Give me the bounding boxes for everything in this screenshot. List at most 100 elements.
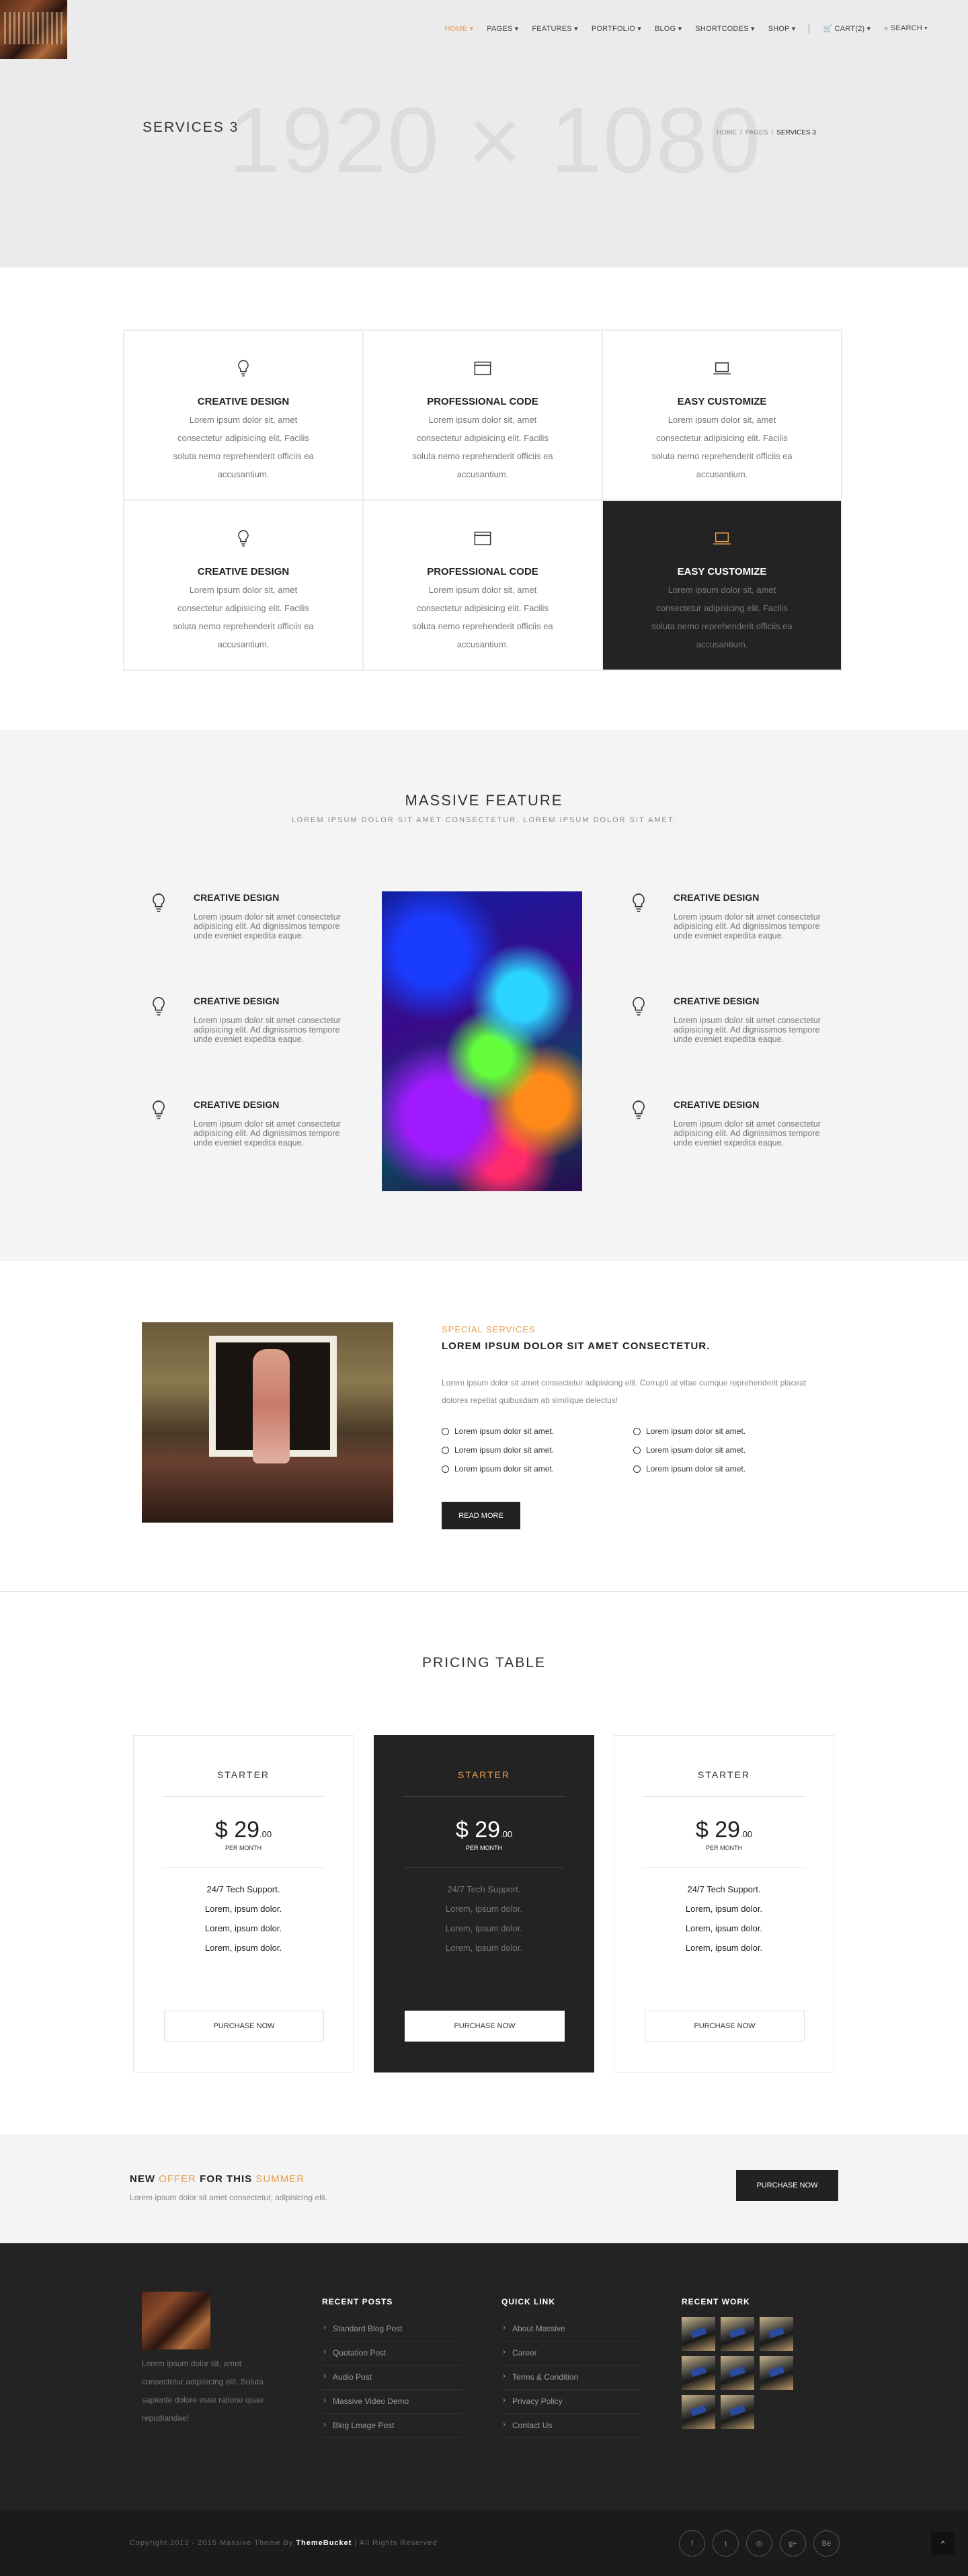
footer-column-title: RECENT POSTS — [322, 2297, 393, 2306]
nav-pages[interactable]: PAGES ▾ — [480, 24, 525, 34]
plan-features: 24/7 Tech Support. Lorem, ipsum dolor. L… — [134, 1884, 353, 1953]
footer-quick-links: QUICK LINK About Massive Career Terms & … — [501, 2297, 643, 2438]
feature-image — [382, 891, 582, 1191]
list-item-text: Lorem ipsum dolor sit amet. — [454, 1426, 555, 1436]
nav-cart[interactable]: 🛒 CART(2) ▾ — [816, 24, 877, 34]
circle-bullet-icon — [633, 1427, 641, 1435]
plan-feature: Lorem, ipsum dolor. — [685, 1923, 763, 1933]
footer-link[interactable]: Standard Blog Post — [322, 2317, 463, 2341]
service-title: CREATIVE DESIGN — [197, 396, 290, 407]
search-icon: ⌕ — [884, 24, 889, 32]
nav-features[interactable]: FEATURES ▾ — [525, 24, 584, 34]
special-services-kicker: SPECIAL SERVICES — [442, 1324, 536, 1334]
lightbulb-icon — [633, 997, 645, 1016]
offer-purchase-button[interactable]: PURCHASE NOW — [736, 2170, 838, 2201]
nav-home[interactable]: HOME ▾ — [438, 24, 481, 34]
circle-bullet-icon — [442, 1427, 449, 1435]
recent-work-thumb[interactable] — [721, 2317, 754, 2351]
service-card: CREATIVE DESIGN Lorem ipsum dolor sit, a… — [124, 330, 363, 500]
footer-logo[interactable] — [142, 2292, 210, 2349]
circle-bullet-icon — [442, 1465, 449, 1473]
breadcrumb-pages[interactable]: PAGES — [745, 129, 768, 136]
plan-feature: 24/7 Tech Support. — [687, 1884, 761, 1894]
footer-link[interactable]: Career — [501, 2341, 643, 2366]
plan-features: 24/7 Tech Support. Lorem, ipsum dolor. L… — [614, 1884, 834, 1953]
section-divider — [0, 1591, 968, 1592]
footer-link[interactable]: Contact Us — [501, 2414, 643, 2438]
service-title: PROFESSIONAL CODE — [427, 396, 538, 407]
twitter-icon[interactable]: t — [713, 2530, 739, 2557]
nav-shortcodes[interactable]: SHORTCODES ▾ — [688, 24, 761, 34]
breadcrumb-home[interactable]: HOME — [717, 129, 737, 136]
behance-icon[interactable]: Bē — [813, 2530, 840, 2557]
circle-bullet-icon — [633, 1446, 641, 1454]
nav-search[interactable]: ⌕ SEARCH ▾ — [877, 24, 934, 34]
service-card: PROFESSIONAL CODE Lorem ipsum dolor sit,… — [363, 500, 602, 670]
copyright-brand[interactable]: ThemeBucket — [296, 2539, 352, 2547]
purchase-now-button[interactable]: PURCHASE NOW — [645, 2011, 805, 2042]
plan-feature: 24/7 Tech Support. — [206, 1884, 280, 1894]
recent-work-thumb[interactable] — [721, 2356, 754, 2390]
service-text: Lorem ipsum dolor sit, amet consectetur … — [412, 585, 553, 649]
list-item-text: Lorem ipsum dolor sit amet. — [454, 1464, 555, 1474]
site-logo[interactable] — [0, 0, 67, 59]
back-to-top-button[interactable]: ^ — [931, 2532, 955, 2555]
plan-price: $ 29.00 — [614, 1817, 834, 1843]
recent-work-thumb[interactable] — [682, 2395, 715, 2429]
recent-work-thumb[interactable] — [721, 2395, 754, 2429]
service-title: EASY CUSTOMIZE — [677, 396, 767, 407]
purchase-now-button[interactable]: PURCHASE NOW — [405, 2011, 565, 2042]
page-title: SERVICES 3 — [143, 120, 239, 135]
footer-link[interactable]: Terms & Condition — [501, 2366, 643, 2390]
offer-heading-part: NEW — [130, 2173, 159, 2185]
footer-link[interactable]: Massive Video Demo — [322, 2390, 463, 2414]
facebook-icon[interactable]: f — [679, 2530, 705, 2557]
copyright-text: Copyright 2012 - 2015 Massive Theme By T… — [130, 2539, 437, 2547]
service-text: Lorem ipsum dolor sit, amet consectetur … — [173, 585, 314, 649]
footer-link[interactable]: Quotation Post — [322, 2341, 463, 2366]
dribbble-icon[interactable]: ◎ — [746, 2530, 772, 2557]
social-links: f t ◎ g+ Bē — [679, 2530, 840, 2557]
breadcrumb-separator: / — [739, 129, 742, 136]
special-services-title: LOREM IPSUM DOLOR SIT AMET CONSECTETUR. — [442, 1340, 711, 1352]
google-plus-icon[interactable]: g+ — [780, 2530, 806, 2557]
laptop-icon — [713, 362, 731, 374]
feature-item: CREATIVE DESIGN Lorem ipsum dolor sit am… — [149, 1099, 351, 1148]
nav-search-label: SEARCH ▾ — [890, 24, 928, 32]
offer-heading-accent: OFFER — [159, 2173, 197, 2185]
footer-column-title: RECENT WORK — [682, 2297, 750, 2306]
nav-blog[interactable]: BLOG ▾ — [648, 24, 688, 34]
purchase-now-button[interactable]: PURCHASE NOW — [164, 2011, 324, 2042]
footer-link[interactable]: Blog Lmage Post — [322, 2414, 463, 2438]
plan-period: PER MONTH — [706, 1845, 742, 1851]
pricing-title: PRICING TABLE — [422, 1655, 546, 1671]
services-grid: CREATIVE DESIGN Lorem ipsum dolor sit, a… — [123, 329, 842, 671]
browser-window-icon — [474, 361, 491, 376]
recent-work-thumb[interactable] — [760, 2356, 793, 2390]
recent-work-thumb[interactable] — [682, 2356, 715, 2390]
recent-work-thumb[interactable] — [760, 2317, 793, 2351]
feature-item-title: CREATIVE DESIGN — [674, 1099, 760, 1110]
read-more-button[interactable]: READ MORE — [442, 1502, 520, 1529]
service-text: Lorem ipsum dolor sit, amet consectetur … — [412, 415, 553, 479]
footer-bottom-bar: Copyright 2012 - 2015 Massive Theme By T… — [0, 2510, 968, 2576]
laptop-icon — [713, 532, 731, 545]
feature-item: CREATIVE DESIGN Lorem ipsum dolor sit am… — [629, 1099, 831, 1148]
footer-link[interactable]: About Massive — [501, 2317, 643, 2341]
list-item: Lorem ipsum dolor sit amet. — [442, 1445, 633, 1455]
footer-link[interactable]: Audio Post — [322, 2366, 463, 2390]
special-services-description: Lorem ipsum dolor sit amet consectetur a… — [442, 1378, 807, 1405]
divider — [643, 1796, 805, 1797]
feature-item-text: Lorem ipsum dolor sit amet consectetur a… — [194, 1016, 341, 1044]
price-currency: $ — [214, 1817, 228, 1843]
recent-work-thumb[interactable] — [682, 2317, 715, 2351]
nav-shop[interactable]: SHOP ▾ — [762, 24, 803, 34]
offer-heading-accent: SUMMER — [255, 2173, 305, 2185]
nav-portfolio[interactable]: PORTFOLIO ▾ — [585, 24, 648, 34]
pricing-card-featured: STARTER $ 29.00 PER MONTH 24/7 Tech Supp… — [374, 1735, 594, 2072]
feature-item-text: Lorem ipsum dolor sit amet consectetur a… — [194, 912, 341, 940]
cart-icon: 🛒 — [823, 25, 833, 33]
list-item: Lorem ipsum dolor sit amet. — [633, 1426, 825, 1436]
footer-link[interactable]: Privacy Policy — [501, 2390, 643, 2414]
list-item: Lorem ipsum dolor sit amet. — [633, 1464, 825, 1474]
